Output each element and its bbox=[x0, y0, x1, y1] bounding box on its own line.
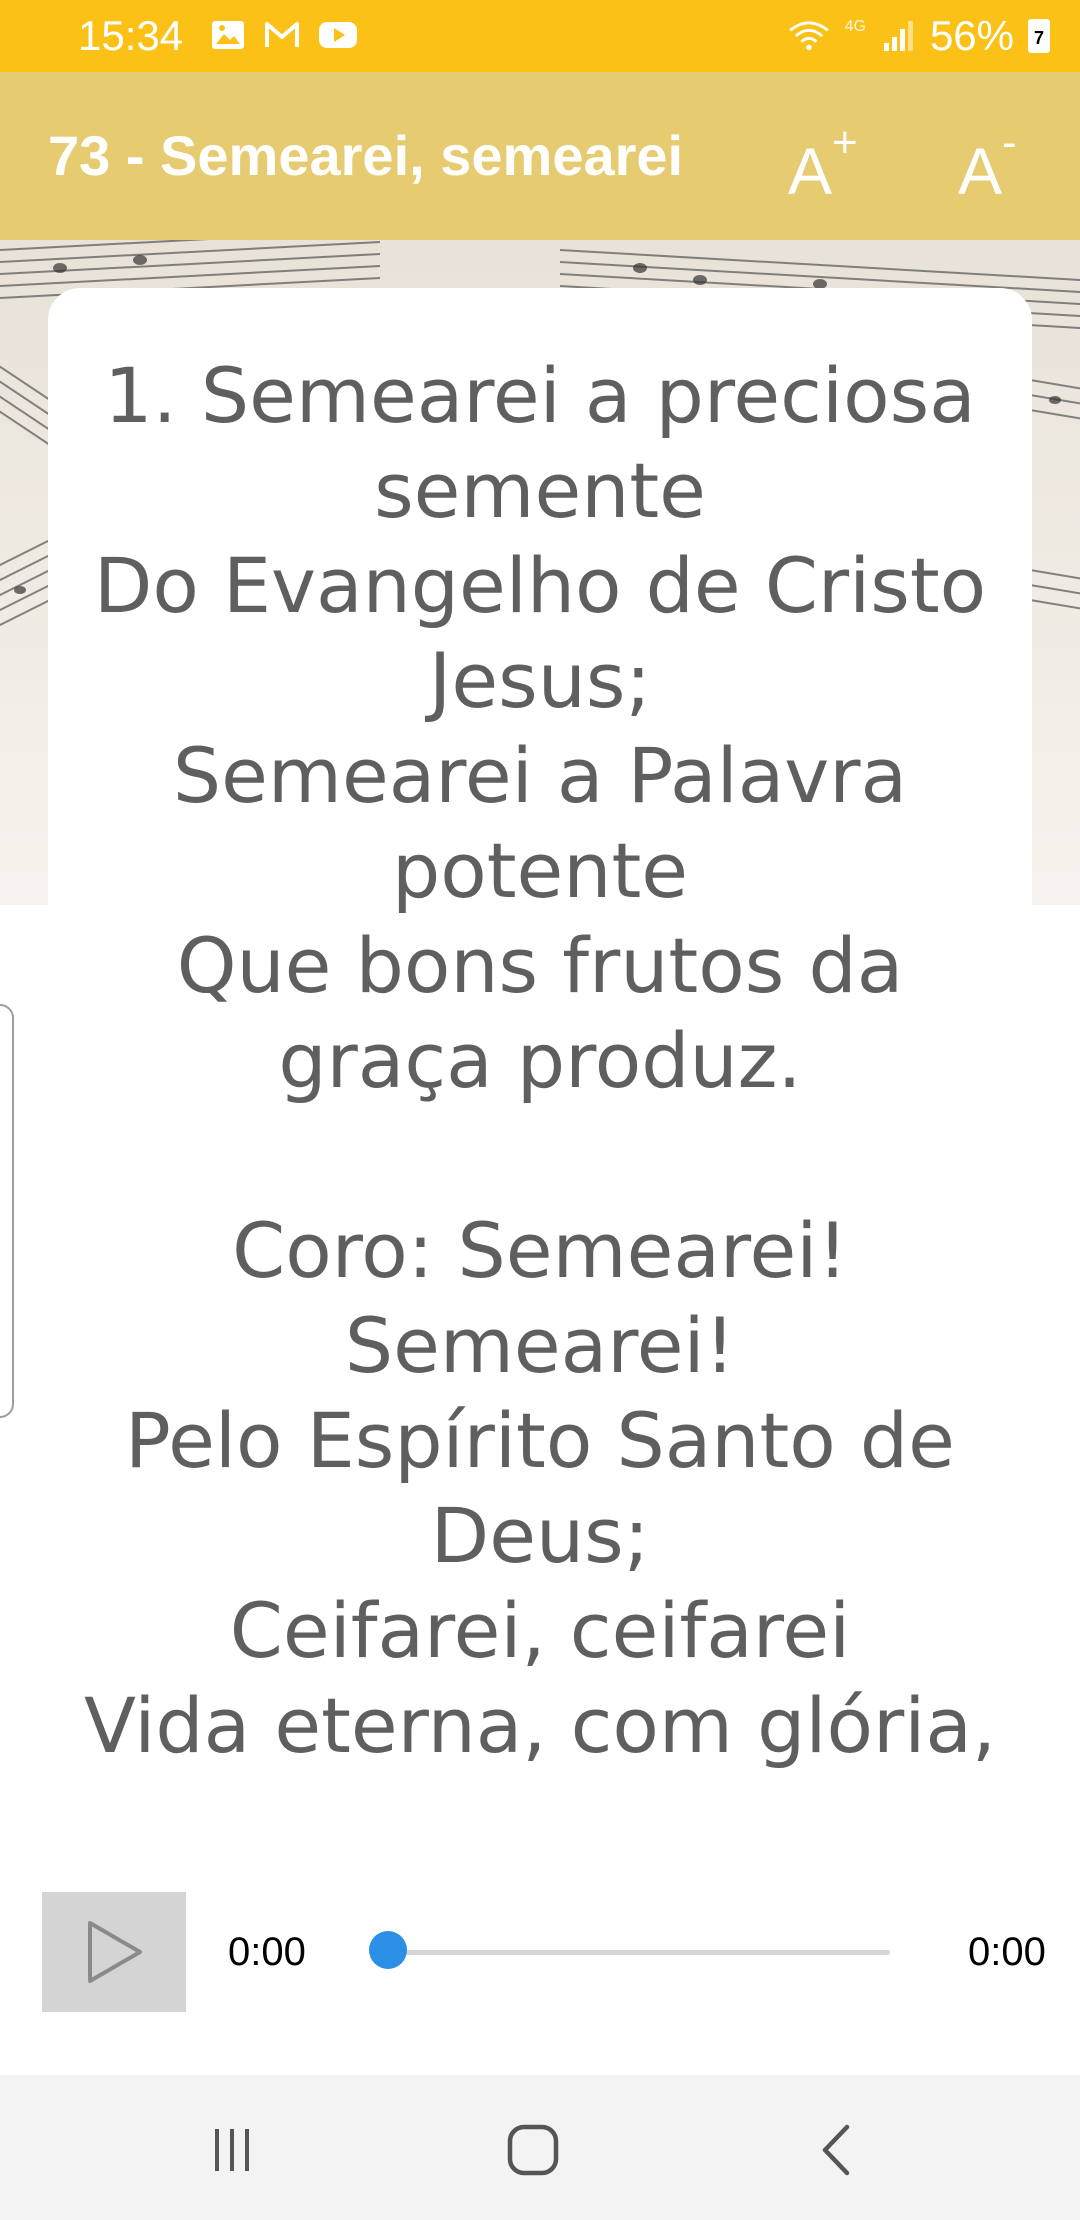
status-time: 15:34 bbox=[78, 12, 184, 59]
recent-apps-button[interactable] bbox=[172, 2105, 292, 2195]
plus-icon: + bbox=[832, 118, 858, 167]
lyrics-line: potente bbox=[391, 826, 689, 915]
lyrics-line: Coro: Semearei! bbox=[232, 1206, 848, 1295]
back-button[interactable] bbox=[777, 2105, 897, 2195]
home-button[interactable] bbox=[473, 2105, 593, 2195]
youtube-icon bbox=[319, 22, 357, 48]
lyrics-line: graça produz. bbox=[278, 1016, 802, 1105]
notification-icons bbox=[210, 18, 358, 52]
lyrics-line: Vida eterna, com glória, bbox=[83, 1681, 997, 1768]
lyrics-line: Deus; bbox=[430, 1491, 650, 1580]
lyrics-line: Semearei a Palavra bbox=[172, 731, 908, 820]
gallery-icon bbox=[212, 21, 244, 49]
lyrics-text: 1. Semearei a preciosa semente Do Evange… bbox=[48, 288, 1032, 1768]
lyrics-line: Semearei! bbox=[344, 1301, 736, 1390]
lyrics-line: Jesus; bbox=[428, 636, 652, 725]
recent-apps-icon bbox=[215, 2129, 249, 2171]
lyrics-line: Pelo Espírito Santo de bbox=[125, 1396, 955, 1485]
wifi-icon bbox=[788, 21, 829, 51]
lyrics-card[interactable]: 1. Semearei a preciosa semente Do Evange… bbox=[48, 288, 1032, 1768]
battery-percent: 56% bbox=[929, 12, 1014, 59]
screen: 15:34 4G 56% 7 73 - Semearei, semearei A… bbox=[0, 0, 1080, 2220]
seek-thumb[interactable] bbox=[369, 1931, 407, 1969]
increase-font-label: A bbox=[788, 134, 833, 208]
status-bar: 15:34 4G 56% 7 bbox=[0, 0, 1080, 72]
decrease-font-button[interactable]: A- bbox=[958, 112, 1068, 208]
back-icon bbox=[822, 2124, 850, 2176]
app-bar: 73 - Semearei, semearei A+ A- bbox=[0, 72, 1080, 240]
play-icon bbox=[88, 1921, 142, 1983]
lyrics-line: Que bons frutos da bbox=[176, 921, 904, 1010]
status-right: 4G 56% 7 bbox=[787, 12, 1050, 60]
gmail-icon bbox=[265, 22, 299, 47]
duration-time: 0:00 bbox=[968, 1930, 1046, 1974]
decrease-font-label: A bbox=[958, 134, 1003, 208]
audio-player: 0:00 0:00 bbox=[0, 1870, 1080, 2030]
minus-icon: - bbox=[1002, 118, 1017, 167]
play-button[interactable] bbox=[42, 1892, 186, 2012]
hymn-title: 73 - Semearei, semearei bbox=[48, 124, 684, 187]
battery-icon: 7 bbox=[1028, 19, 1050, 53]
signal-icon bbox=[883, 21, 913, 51]
seek-bar[interactable] bbox=[388, 1950, 890, 1955]
battery-level-label: 7 bbox=[1033, 28, 1044, 48]
system-nav-bar bbox=[0, 2075, 1080, 2220]
network-type-label: 4G bbox=[844, 18, 866, 35]
edge-panel-handle[interactable] bbox=[0, 1004, 14, 1418]
home-icon bbox=[507, 2124, 559, 2176]
lyrics-line: semente bbox=[374, 446, 706, 535]
increase-font-button[interactable]: A+ bbox=[788, 112, 898, 208]
lyrics-line: 1. Semearei a preciosa bbox=[104, 351, 976, 440]
lyrics-line: Ceifarei, ceifarei bbox=[229, 1586, 851, 1675]
current-time: 0:00 bbox=[228, 1930, 306, 1974]
stanza-gap bbox=[48, 1108, 1032, 1203]
lyrics-line: Do Evangelho de Cristo bbox=[93, 541, 987, 630]
